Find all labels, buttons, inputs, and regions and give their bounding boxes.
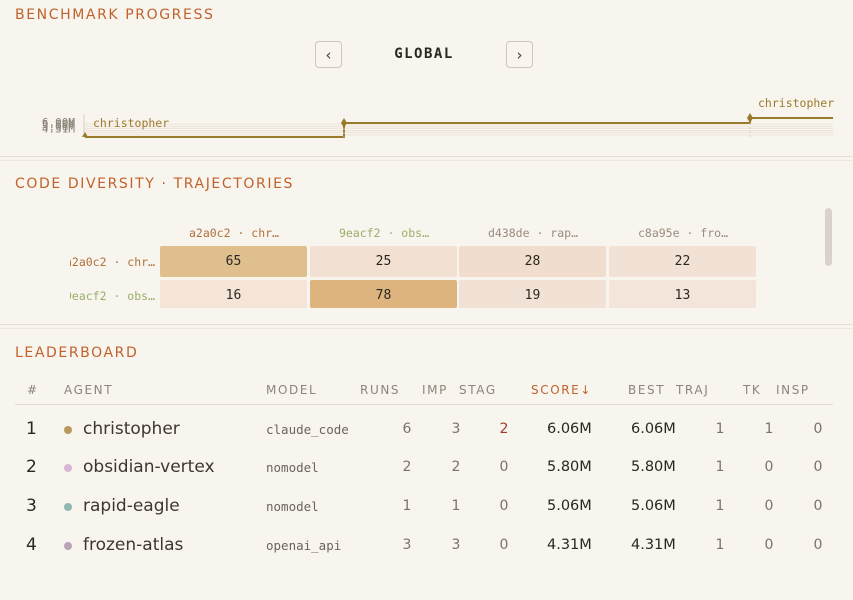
header-model[interactable]: MODEL (266, 383, 317, 397)
insp-cell: 0 (813, 421, 823, 437)
progress-annotation: christopher (93, 116, 169, 130)
scope-label: GLOBAL (394, 46, 454, 62)
rank-cell: 1 (26, 419, 37, 439)
header-rank[interactable]: # (27, 383, 39, 397)
header-insp[interactable]: INSP (776, 383, 810, 397)
header-imp[interactable]: IMP (422, 383, 448, 397)
stag-cell: 0 (499, 498, 509, 514)
insp-cell: 0 (813, 537, 823, 553)
progress-line (85, 117, 833, 138)
benchmark-progress-title: BENCHMARK PROGRESS (15, 7, 215, 23)
stag-cell: 0 (499, 537, 509, 553)
agent-color-dot (64, 542, 72, 550)
stag-cell: 2 (499, 421, 509, 437)
traj-cell: 1 (715, 421, 725, 437)
rank-cell: 2 (26, 457, 37, 477)
next-button[interactable]: › (506, 41, 533, 68)
best-cell: 5.80M (631, 459, 676, 475)
matrix-column-header: d438de · rap… (487, 226, 578, 240)
chevron-left-icon: ‹ (325, 45, 332, 64)
matrix-cell[interactable]: 13 (609, 280, 756, 308)
rank-cell: 3 (26, 496, 37, 516)
y-tick-label: 4.31M (42, 123, 75, 136)
model-cell: claude_code (266, 422, 349, 437)
matrix-cell[interactable]: 22 (609, 246, 756, 277)
score-cell: 4.31M (547, 537, 592, 553)
score-cell: 5.80M (547, 459, 592, 475)
previous-button[interactable]: ‹ (315, 41, 342, 68)
rank-cell: 4 (26, 535, 37, 555)
model-cell: openai_api (266, 538, 342, 553)
score-cell: 6.06M (547, 421, 592, 437)
agent-color-dot (64, 464, 72, 472)
score-cell: 5.06M (547, 498, 592, 514)
tk-cell: 0 (764, 498, 774, 514)
matrix-cell[interactable]: 19 (459, 280, 606, 308)
agent-color-dot (64, 503, 72, 511)
progress-chart: 6.00M5.80M5.06M4.31M christopher christo… (42, 96, 834, 138)
insp-cell: 0 (813, 459, 823, 475)
stag-cell: 0 (499, 459, 509, 475)
table-row[interactable]: 1 christopher claude_code 6 3 2 6.06M 6.… (0, 410, 853, 449)
agent-color-dot (64, 426, 72, 434)
best-cell: 6.06M (631, 421, 676, 437)
insp-cell: 0 (813, 498, 823, 514)
best-cell: 4.31M (631, 537, 676, 553)
best-cell: 5.06M (631, 498, 676, 514)
tk-cell: 1 (764, 421, 774, 437)
table-row[interactable]: 4 frozen-atlas openai_api 3 3 0 4.31M 4.… (0, 526, 853, 565)
matrix-cell[interactable]: 25 (310, 246, 457, 277)
model-cell: nomodel (266, 460, 319, 475)
matrix-cell[interactable]: 28 (459, 246, 606, 277)
imp-cell: 3 (451, 537, 461, 553)
agent-name[interactable]: christopher (83, 410, 180, 449)
code-diversity-title: CODE DIVERSITY · TRAJECTORIES (15, 176, 294, 192)
runs-cell: 1 (402, 498, 412, 514)
header-traj[interactable]: TRAJ (676, 383, 709, 397)
agent-name[interactable]: rapid-eagle (83, 487, 180, 526)
matrix-scrollbar[interactable] (825, 208, 832, 266)
matrix-column-header: a2a0c2 · chr… (188, 226, 279, 240)
header-score[interactable]: SCORE↓ (531, 383, 592, 397)
agent-name[interactable]: frozen-atlas (83, 526, 183, 565)
imp-cell: 2 (451, 459, 461, 475)
progress-marker[interactable] (747, 113, 753, 123)
progress-annotation: christopher (758, 96, 834, 110)
matrix-cell[interactable]: 16 (160, 280, 307, 308)
runs-cell: 6 (402, 421, 412, 437)
header-stag[interactable]: STAG (459, 383, 497, 397)
matrix-cell[interactable]: 78 (310, 280, 457, 308)
traj-cell: 1 (715, 537, 725, 553)
leaderboard-title: LEADERBOARD (15, 345, 139, 361)
table-row[interactable]: 3 rapid-eagle nomodel 1 1 0 5.06M 5.06M … (0, 487, 853, 526)
tk-cell: 0 (764, 537, 774, 553)
traj-cell: 1 (715, 498, 725, 514)
runs-cell: 3 (402, 537, 412, 553)
matrix-column-header: 9eacf2 · obs… (338, 226, 429, 240)
agent-name[interactable]: obsidian-vertex (83, 448, 215, 487)
matrix-row-header: a2a0c2 · chr… (70, 255, 155, 269)
header-runs[interactable]: RUNS (360, 383, 400, 397)
header-tk[interactable]: TK (743, 383, 761, 397)
model-cell: nomodel (266, 499, 319, 514)
chevron-right-icon: › (516, 45, 523, 64)
header-best[interactable]: BEST (628, 383, 665, 397)
imp-cell: 3 (451, 421, 461, 437)
table-row[interactable]: 2 obsidian-vertex nomodel 2 2 0 5.80M 5.… (0, 448, 853, 487)
traj-cell: 1 (715, 459, 725, 475)
header-agent[interactable]: AGENT (64, 383, 113, 397)
matrix-cell[interactable]: 65 (160, 246, 307, 277)
imp-cell: 1 (451, 498, 461, 514)
matrix-row-header: 9eacf2 · obs… (70, 289, 155, 303)
tk-cell: 0 (764, 459, 774, 475)
runs-cell: 2 (402, 459, 412, 475)
matrix-column-header: c8a95e · fro… (637, 226, 728, 240)
